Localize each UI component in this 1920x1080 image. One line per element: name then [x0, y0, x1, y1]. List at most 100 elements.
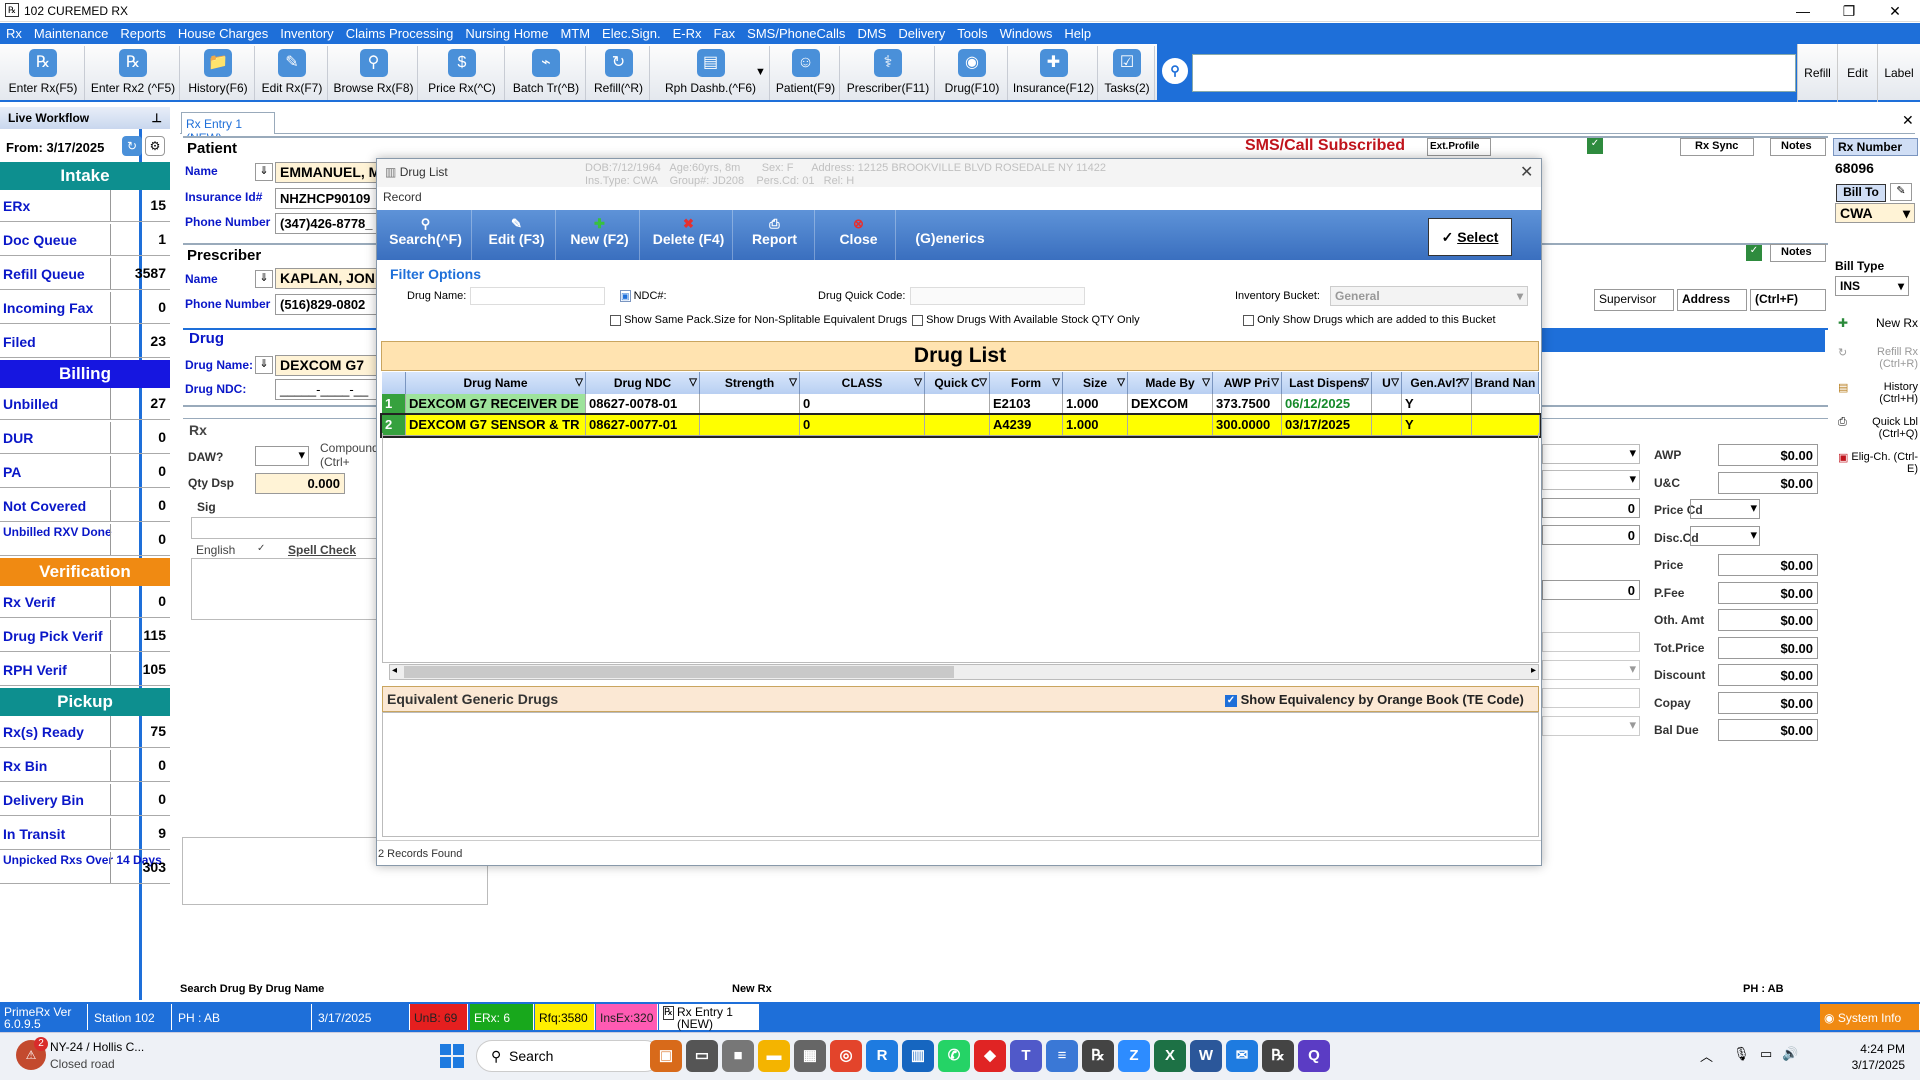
patient-f9-button[interactable]: ☺ Patient(F9) — [772, 46, 840, 100]
dialog-close-icon[interactable]: ✕ — [1520, 162, 1533, 182]
patient-phone-field[interactable]: (347)426-8778_ — [275, 213, 377, 234]
menu-dms[interactable]: DMS — [851, 23, 892, 41]
price-field-oth-amt[interactable]: $0.00 — [1718, 609, 1818, 631]
clock-time[interactable]: 4:24 PM — [1845, 1042, 1905, 1056]
workflow-unbilled[interactable]: Unbilled 27 — [0, 388, 170, 420]
column-drug-name[interactable]: Drug Name ▽ — [406, 372, 586, 394]
workflow-incoming-fax[interactable]: Incoming Fax 0 — [0, 292, 170, 324]
patient-dropdown-icon[interactable]: ⇓ — [255, 163, 273, 181]
insurance-id-field[interactable]: NHZHCP90109 — [275, 188, 377, 209]
menu-rx[interactable]: Rx — [0, 23, 28, 41]
workflow-delivery-bin[interactable]: Delivery Bin 0 — [0, 784, 170, 816]
spell-check-link[interactable]: Spell Check — [288, 543, 356, 557]
deliv-method-select[interactable]: ▾ — [1542, 716, 1640, 736]
browse-rx-f8-button[interactable]: ⚲ Browse Rx(F8) — [330, 46, 418, 100]
workflow-rx-verif[interactable]: Rx Verif 0 — [0, 586, 170, 618]
workflow-rph-verif[interactable]: RPH Verif 105 — [0, 654, 170, 686]
patient-notes-button[interactable]: Notes — [1770, 138, 1826, 156]
chat-app-icon[interactable]: ✉ — [1226, 1040, 1258, 1072]
drug-ndc-field[interactable]: _____-____-__ — [275, 379, 377, 400]
workflow-filed[interactable]: Filed 23 — [0, 326, 170, 358]
scroll-right-icon[interactable]: ▸ — [1531, 665, 1536, 676]
disc-cd-select[interactable]: ▾ — [1690, 526, 1760, 546]
table-row[interactable]: 2 DEXCOM G7 SENSOR & TR 08627-0077-01 0 A423… — [380, 413, 1541, 438]
system-info-button[interactable]: ◉ System Info — [1820, 1004, 1920, 1030]
sig-english-box[interactable] — [191, 558, 377, 620]
refill-r-button[interactable]: ↻ Refill(^R) — [588, 46, 650, 100]
rph-dashboard-dropdown-icon[interactable]: ▼ — [755, 66, 766, 78]
whatsapp-icon[interactable]: ✆ — [938, 1040, 970, 1072]
table-row[interactable]: 1 DEXCOM G7 RECEIVER DE 08627-0078-01 0 E210… — [382, 394, 1540, 415]
column-awp-pri[interactable]: AWP Pri ▽ — [1213, 372, 1282, 394]
menu-fax[interactable]: Fax — [707, 23, 741, 41]
filter-icon[interactable]: ▽ — [689, 372, 697, 394]
menu-sms-phonecalls[interactable]: SMS/PhoneCalls — [741, 23, 851, 41]
network-icon[interactable]: ▭ — [1760, 1046, 1772, 1062]
bill-edit-icon[interactable]: ✎ — [1890, 183, 1912, 201]
new-rx-button[interactable]: ✚ New Rx — [1838, 316, 1918, 338]
tasks-2-button[interactable]: ☑ Tasks(2) — [1100, 46, 1155, 100]
filter-icon[interactable]: ▽ — [1271, 372, 1279, 394]
chrome-icon[interactable]: ◎ — [830, 1040, 862, 1072]
supervisor-button[interactable]: Supervisor — [1594, 289, 1674, 311]
workflow-not-covered[interactable]: Not Covered 0 — [0, 490, 170, 522]
teams-icon[interactable]: T — [1010, 1040, 1042, 1072]
refill-queue-badge[interactable]: Rfq:3580 — [535, 1004, 595, 1030]
qty-dsp-field[interactable]: 0.000 — [255, 473, 345, 494]
enter-rx2-f5-button[interactable]: ℞ Enter Rx2 (^F5) — [87, 46, 180, 100]
refills-field[interactable]: 0 — [1542, 580, 1640, 600]
bucket-only-checkbox[interactable]: Only Show Drugs which are added to this … — [1243, 314, 1496, 326]
minimize-icon[interactable]: — — [1780, 0, 1826, 22]
menu-help[interactable]: Help — [1058, 23, 1097, 41]
filter-icon[interactable]: ▽ — [1117, 372, 1125, 394]
menu-windows[interactable]: Windows — [994, 23, 1059, 41]
drug-dropdown-icon[interactable]: ⇓ — [255, 356, 273, 374]
column-u[interactable]: U ▽ — [1372, 372, 1402, 394]
available-stock-checkbox[interactable]: Show Drugs With Available Stock QTY Only — [912, 314, 1140, 326]
volume-icon[interactable]: 🔊 — [1782, 1046, 1798, 1062]
filter-icon[interactable]: ▽ — [1461, 372, 1469, 394]
workflow-dur[interactable]: DUR 0 — [0, 422, 170, 454]
workflow-pa[interactable]: PA 0 — [0, 456, 170, 488]
column-size[interactable]: Size ▽ — [1063, 372, 1128, 394]
prescriber-excel-icon[interactable]: ✓ — [1746, 245, 1762, 261]
delete-f4-button[interactable]: ✖ Delete (F4) — [645, 210, 733, 260]
price-field-p-fee[interactable]: $0.00 — [1718, 581, 1818, 604]
rph-dashb-f6-button[interactable]: ▤ Rph Dashb.(^F6) — [652, 46, 770, 100]
price-field-price[interactable]: $0.00 — [1718, 554, 1818, 576]
bill-type-select[interactable]: INS ▾ — [1835, 276, 1909, 296]
grid-horizontal-scrollbar[interactable]: ◂ ▸ — [389, 664, 1539, 680]
same-pack-checkbox[interactable]: Show Same Pack.Size for Non-Splitable Eq… — [610, 314, 907, 326]
excel-icon[interactable]: ✓ — [1587, 138, 1603, 154]
close-window-icon[interactable]: ✕ — [1872, 0, 1918, 22]
prescriber-phone-field[interactable]: (516)829-0802 — [275, 294, 377, 315]
drug-name-filter-input[interactable] — [470, 287, 605, 305]
menu-mtm[interactable]: MTM — [554, 23, 596, 41]
insurance-f12-button[interactable]: ✚ Insurance(F12) — [1010, 46, 1098, 100]
refresh-icon[interactable]: ↻ — [122, 136, 142, 156]
excel-app-icon[interactable]: X — [1154, 1040, 1186, 1072]
ins-exception-badge[interactable]: InsEx:320 — [596, 1004, 658, 1030]
days-supply-field[interactable]: 0 — [1542, 498, 1640, 518]
filter-icon[interactable]: ▽ — [914, 372, 922, 394]
price-field-copay[interactable]: $0.00 — [1718, 691, 1818, 714]
generics-button[interactable]: (G)enerics — [905, 210, 995, 260]
app-r-icon[interactable]: R — [866, 1040, 898, 1072]
quick-code-input[interactable] — [910, 287, 1085, 305]
filter-icon[interactable]: ▽ — [1202, 372, 1210, 394]
workflow-rx-s-ready[interactable]: Rx(s) Ready 75 — [0, 716, 170, 748]
tech-init-field[interactable] — [1542, 632, 1640, 652]
price-rx-c-button[interactable]: $ Price Rx(^C) — [420, 46, 505, 100]
workflow-erx[interactable]: ERx 15 — [0, 190, 170, 222]
trello-icon[interactable]: ▥ — [902, 1040, 934, 1072]
gear-icon[interactable]: ⚙ — [145, 136, 165, 156]
mid-field-8[interactable] — [1542, 688, 1640, 708]
workflow-doc-queue[interactable]: Doc Queue 1 — [0, 224, 170, 256]
search-f-button[interactable]: ⚲ Search(^F) — [380, 210, 472, 260]
menu-house-charges[interactable]: House Charges — [172, 23, 274, 41]
drug-name-field[interactable]: DEXCOM G7 — [275, 355, 377, 376]
column-quick-c[interactable]: Quick C ▽ — [925, 372, 990, 394]
rx-origin-select[interactable]: ▾ — [1542, 660, 1640, 680]
briefcase-icon[interactable]: ▣ — [650, 1040, 682, 1072]
workflow-unpicked-rxs-over-14-days[interactable]: Unpicked Rxs Over 14 Days 303 — [0, 852, 170, 884]
